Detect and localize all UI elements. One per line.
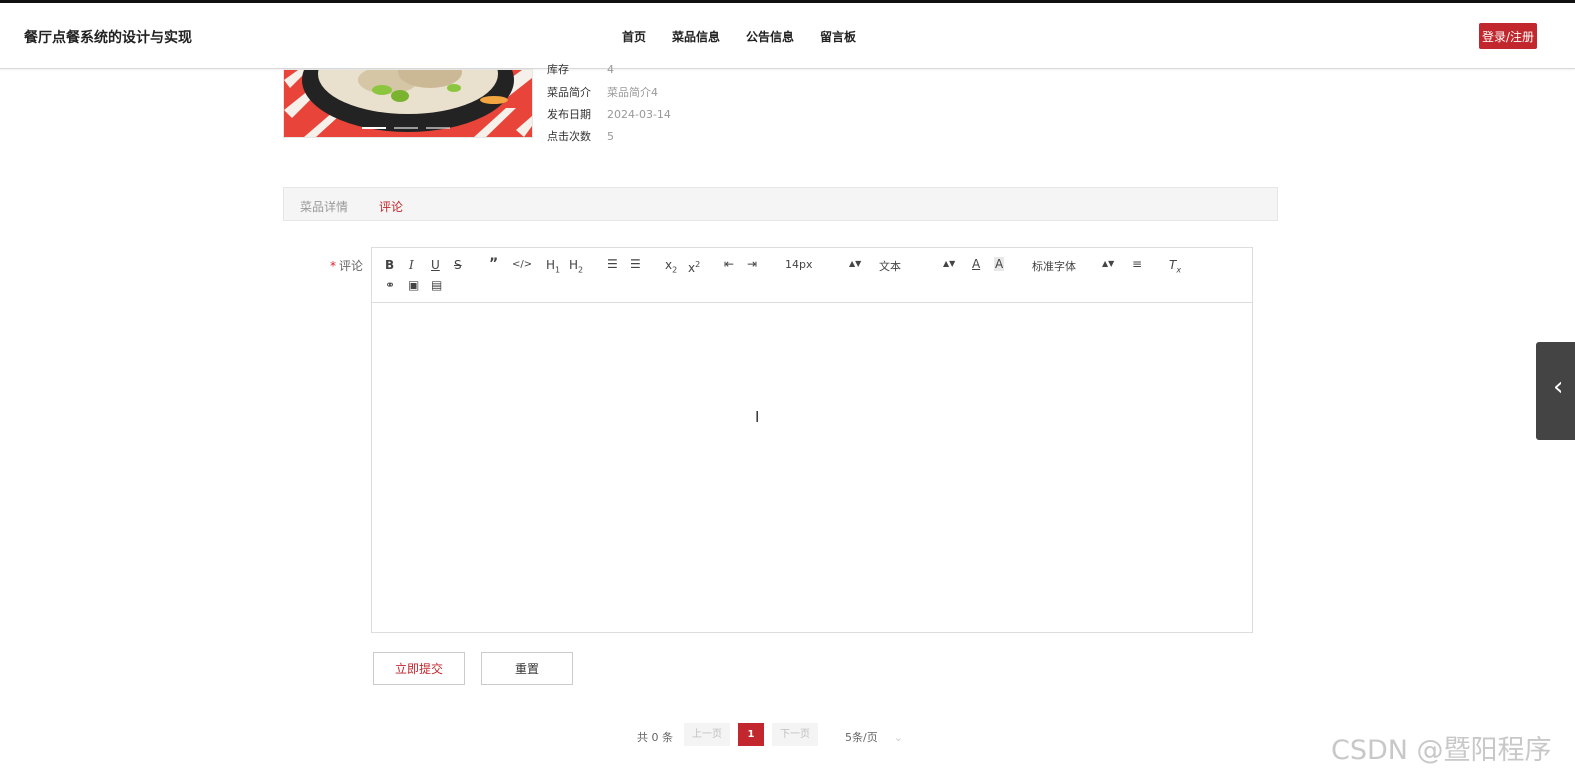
login-register-button[interactable]: 登录/注册 [1479, 23, 1537, 49]
watermark: CSDN @暨阳程序 [1331, 735, 1552, 766]
main-nav: 首页 菜品信息 公告信息 留言板 [622, 28, 856, 45]
tab-comments[interactable]: 评论 [379, 198, 403, 215]
info-label: 点击次数 [547, 130, 591, 143]
chevron-left-icon: ‹ [1553, 372, 1564, 402]
blockquote-icon[interactable]: ” [489, 257, 498, 271]
pagination-total: 共 0 条 [637, 731, 673, 744]
side-panel-toggle[interactable]: ‹ [1536, 342, 1575, 440]
select-arrow-icon: ▲▼ [1102, 259, 1115, 268]
product-image-carousel[interactable] [283, 69, 533, 138]
outdent-icon[interactable]: ⇤ [724, 257, 734, 271]
comment-label-text: 评论 [339, 259, 364, 273]
code-block-icon[interactable]: </> [512, 258, 532, 272]
info-row-date: 发布日期 2024-03-14 [547, 106, 671, 122]
prev-page-button[interactable]: 上一页 [684, 723, 730, 746]
info-row-stock: 库存 4 [547, 61, 614, 77]
detail-tabs: 菜品详情 评论 [283, 187, 1278, 221]
page-size-select[interactable]: 5条/页 ⌄ [845, 729, 903, 745]
info-value: 4 [607, 63, 614, 76]
nav-home[interactable]: 首页 [622, 28, 646, 45]
font-family-value: 标准字体 [1032, 260, 1076, 273]
info-value: 2024-03-14 [607, 108, 671, 121]
header2-icon[interactable]: H2 [569, 258, 583, 277]
chevron-down-icon: ⌄ [893, 731, 903, 744]
site-title: 餐厅点餐系统的设计与实现 [24, 30, 192, 46]
nav-message-board[interactable]: 留言板 [820, 28, 856, 45]
reset-button[interactable]: 重置 [481, 652, 573, 685]
font-color-icon[interactable]: A [972, 257, 980, 271]
editor-content-area[interactable]: I [372, 303, 1252, 633]
tab-details[interactable]: 菜品详情 [300, 198, 348, 215]
video-icon[interactable]: ▤ [431, 278, 442, 292]
info-row-clicks: 点击次数 5 [547, 128, 614, 144]
superscript-icon[interactable]: x2 [688, 258, 700, 275]
font-size-value: 14px [785, 258, 813, 271]
page-size-value: 5条/页 [845, 731, 878, 744]
info-value: 5 [607, 130, 614, 143]
italic-icon[interactable]: I [409, 258, 414, 272]
carousel-dot[interactable] [362, 127, 386, 129]
strike-icon[interactable]: S [454, 258, 462, 272]
select-arrow-icon: ▲▼ [943, 259, 956, 268]
subscript-icon[interactable]: x2 [665, 258, 677, 277]
image-icon[interactable]: ▣ [408, 278, 419, 292]
info-value: 菜品简介4 [607, 86, 658, 99]
nav-announcements[interactable]: 公告信息 [746, 28, 794, 45]
clean-format-icon[interactable]: Tx [1169, 258, 1181, 277]
background-color-icon[interactable]: A [994, 257, 1005, 271]
info-label: 菜品简介 [547, 86, 591, 99]
header-select-value: 文本 [879, 260, 901, 273]
page-1-button[interactable]: 1 [738, 723, 764, 746]
carousel-dot[interactable] [426, 127, 450, 129]
select-arrow-icon: ▲▼ [849, 259, 862, 268]
align-icon[interactable]: ≡ [1132, 257, 1142, 271]
header1-icon[interactable]: H1 [546, 258, 560, 277]
carousel-indicators [362, 127, 450, 129]
comment-editor: B I U S ” </> H1 H2 ☰ ☰ x2 x2 ⇤ ⇥ 14px ▲▼… [371, 247, 1253, 633]
font-family-select[interactable]: 标准字体 ▲▼ [1032, 258, 1115, 274]
next-page-button[interactable]: 下一页 [772, 723, 818, 746]
carousel-dot[interactable] [394, 127, 418, 129]
bullet-list-icon[interactable]: ☰ [630, 257, 641, 271]
nav-dishes[interactable]: 菜品信息 [672, 28, 720, 45]
link-icon[interactable]: ⚭ [385, 278, 395, 292]
indent-icon[interactable]: ⇥ [747, 257, 757, 271]
comment-label: * 评论 [330, 257, 363, 274]
font-size-select[interactable]: 14px ▲▼ [785, 258, 861, 271]
header-select[interactable]: 文本 ▲▼ [879, 258, 955, 274]
text-cursor-icon: I [755, 408, 760, 426]
underline-icon[interactable]: U [431, 258, 440, 272]
required-mark: * [330, 259, 336, 273]
info-row-summary: 菜品简介 菜品简介4 [547, 84, 658, 100]
info-label: 库存 [547, 63, 569, 76]
site-header: 餐厅点餐系统的设计与实现 首页 菜品信息 公告信息 留言板 登录/注册 [0, 3, 1575, 69]
ordered-list-icon[interactable]: ☰ [607, 257, 618, 271]
editor-toolbar: B I U S ” </> H1 H2 ☰ ☰ x2 x2 ⇤ ⇥ 14px ▲▼… [372, 248, 1252, 303]
info-label: 发布日期 [547, 108, 591, 121]
bold-icon[interactable]: B [385, 258, 394, 272]
submit-button[interactable]: 立即提交 [373, 652, 465, 685]
